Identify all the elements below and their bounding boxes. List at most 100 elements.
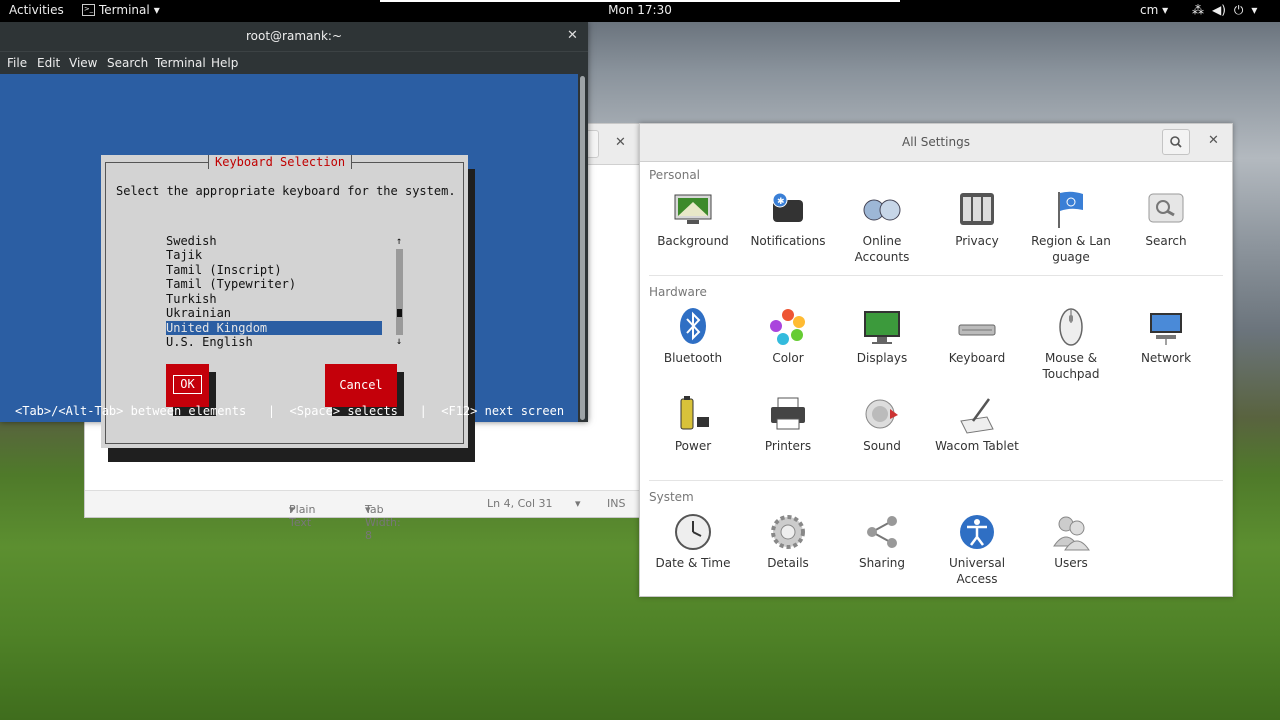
panel-label: Online Accounts bbox=[854, 234, 910, 264]
panel-label: Notifications bbox=[750, 234, 826, 248]
scroll-up-arrow-icon[interactable]: ↑ bbox=[396, 236, 402, 247]
power-icon bbox=[673, 395, 713, 435]
panel-users[interactable]: Users bbox=[1024, 512, 1118, 571]
chevron-down-icon: ▾ bbox=[1251, 3, 1258, 17]
panel-label: Displays bbox=[856, 351, 908, 365]
chevron-down-icon: ▾ bbox=[153, 3, 160, 17]
app-menu-label: Terminal bbox=[99, 3, 150, 17]
ok-button[interactable]: OK bbox=[166, 364, 209, 407]
panel-network[interactable]: Network bbox=[1119, 307, 1213, 366]
list-item[interactable]: U.S. English bbox=[166, 335, 382, 349]
panel-search[interactable]: Search bbox=[1119, 190, 1213, 249]
list-scroll-thumb[interactable] bbox=[397, 309, 402, 317]
menu-search[interactable]: Search bbox=[107, 56, 148, 70]
settings-window: All Settings ✕ Personal Background ✱ Not… bbox=[639, 123, 1233, 597]
close-icon[interactable]: ✕ bbox=[615, 135, 626, 150]
menu-file[interactable]: File bbox=[7, 56, 27, 70]
panel-mouse-touchpad[interactable]: Mouse & Touchpad bbox=[1024, 307, 1118, 382]
list-item[interactable]: Tamil (Inscript) bbox=[166, 263, 382, 277]
panel-bluetooth[interactable]: Bluetooth bbox=[646, 307, 740, 366]
app-menu[interactable]: >_ Terminal ▾ bbox=[82, 3, 160, 17]
panel-color[interactable]: Color bbox=[741, 307, 835, 366]
panel-sharing[interactable]: Sharing bbox=[835, 512, 929, 571]
svg-text:✱: ✱ bbox=[777, 197, 785, 207]
menu-view[interactable]: View bbox=[69, 56, 97, 70]
top-bar-highlight bbox=[380, 0, 900, 2]
section-divider bbox=[649, 275, 1223, 276]
chevron-down-icon[interactable]: ▾ bbox=[575, 497, 581, 510]
panel-label: Details bbox=[767, 556, 809, 570]
terminal-title: root@ramank:~ bbox=[245, 29, 343, 43]
terminal-window: root@ramank:~ ✕ File Edit View Search Te… bbox=[0, 22, 588, 462]
volume-icon: ◀) bbox=[1212, 3, 1226, 17]
panel-power[interactable]: Power bbox=[646, 395, 740, 454]
panel-universal-access[interactable]: Universal Access bbox=[930, 512, 1024, 587]
ok-button-label: OK bbox=[173, 375, 202, 394]
chevron-down-icon: ▾ bbox=[365, 503, 371, 516]
panel-background[interactable]: Background bbox=[646, 190, 740, 249]
activities-button[interactable]: Activities bbox=[9, 3, 64, 17]
panel-printers[interactable]: Printers bbox=[741, 395, 835, 454]
panel-label: Date & Time bbox=[655, 556, 731, 570]
panel-keyboard[interactable]: Keyboard bbox=[930, 307, 1024, 366]
search-icon bbox=[1170, 136, 1182, 148]
keyboard-icon bbox=[957, 307, 997, 347]
settings-title: All Settings bbox=[902, 135, 970, 149]
insert-mode: INS bbox=[607, 497, 626, 510]
cancel-button[interactable]: Cancel bbox=[325, 364, 397, 407]
terminal-screen[interactable]: Keyboard Selection Select the appropriat… bbox=[0, 74, 578, 462]
input-source-menu[interactable]: cm ▾ bbox=[1140, 3, 1168, 17]
system-menu[interactable]: ⁂ ◀) ⏻ ▾ bbox=[1192, 3, 1257, 18]
close-icon[interactable]: ✕ bbox=[567, 28, 578, 43]
list-item[interactable]: Turkish bbox=[166, 292, 382, 306]
clock[interactable]: Mon 17:30 bbox=[600, 3, 680, 17]
displays-icon bbox=[862, 307, 902, 347]
scroll-down-arrow-icon[interactable]: ↓ bbox=[396, 336, 402, 347]
terminal-scrollbar[interactable] bbox=[578, 74, 588, 422]
menu-help[interactable]: Help bbox=[211, 56, 238, 70]
panel-sound[interactable]: Sound bbox=[835, 395, 929, 454]
accessibility-icon bbox=[957, 512, 997, 552]
list-item[interactable]: Tajik bbox=[166, 248, 382, 262]
power-icon: ⏻ bbox=[1233, 3, 1244, 17]
panel-label: Sharing bbox=[858, 556, 906, 570]
panel-privacy[interactable]: Privacy bbox=[930, 190, 1024, 249]
panel-online-accounts[interactable]: Online Accounts bbox=[835, 190, 929, 265]
list-item[interactable]: Tamil (Typewriter) bbox=[166, 277, 382, 291]
menu-terminal[interactable]: Terminal bbox=[155, 56, 206, 70]
panel-displays[interactable]: Displays bbox=[835, 307, 929, 366]
panel-label: Background bbox=[657, 234, 729, 248]
list-item-selected[interactable]: United Kingdom bbox=[166, 321, 382, 335]
editor-statusbar: Plain Text ▾ Tab Width: 8 ▾ Ln 4, Col 31… bbox=[85, 490, 641, 542]
settings-search-button[interactable] bbox=[1162, 129, 1190, 155]
list-item[interactable]: Swedish bbox=[166, 234, 382, 248]
notifications-icon: ✱ bbox=[768, 190, 808, 230]
terminal-titlebar[interactable]: root@ramank:~ ✕ bbox=[0, 22, 588, 51]
panel-details[interactable]: Details bbox=[741, 512, 835, 571]
list-scrollbar[interactable] bbox=[396, 249, 403, 335]
list-item[interactable]: Ukrainian bbox=[166, 306, 382, 320]
chevron-down-icon: ▾ bbox=[1162, 3, 1169, 17]
panel-notifications[interactable]: ✱ Notifications bbox=[741, 190, 835, 249]
panel-label: Search bbox=[1145, 234, 1187, 248]
panel-date-time[interactable]: Date & Time bbox=[646, 512, 740, 571]
cancel-button-label: Cancel bbox=[339, 378, 383, 392]
panel-label: Sound bbox=[863, 439, 901, 453]
section-hardware: Hardware bbox=[649, 285, 707, 299]
panel-label: Mouse & Touchpad bbox=[1042, 351, 1100, 381]
menu-edit[interactable]: Edit bbox=[37, 56, 60, 70]
gear-icon bbox=[768, 512, 808, 552]
panel-wacom-tablet[interactable]: Wacom Tablet bbox=[930, 395, 1024, 454]
section-personal: Personal bbox=[649, 168, 701, 182]
close-icon[interactable]: ✕ bbox=[1208, 133, 1219, 148]
color-icon bbox=[768, 307, 808, 347]
panel-label: Users bbox=[1054, 556, 1088, 570]
network-status-icon: ⁂ bbox=[1192, 3, 1204, 17]
panel-label: Printers bbox=[764, 439, 812, 453]
section-system: System bbox=[649, 490, 694, 504]
terminal-scroll-thumb[interactable] bbox=[580, 76, 585, 420]
panel-label: Bluetooth bbox=[663, 351, 723, 365]
terminal-icon: >_ bbox=[82, 4, 95, 16]
users-icon bbox=[1051, 512, 1091, 552]
panel-region-language[interactable]: Region & Lan guage bbox=[1024, 190, 1118, 265]
